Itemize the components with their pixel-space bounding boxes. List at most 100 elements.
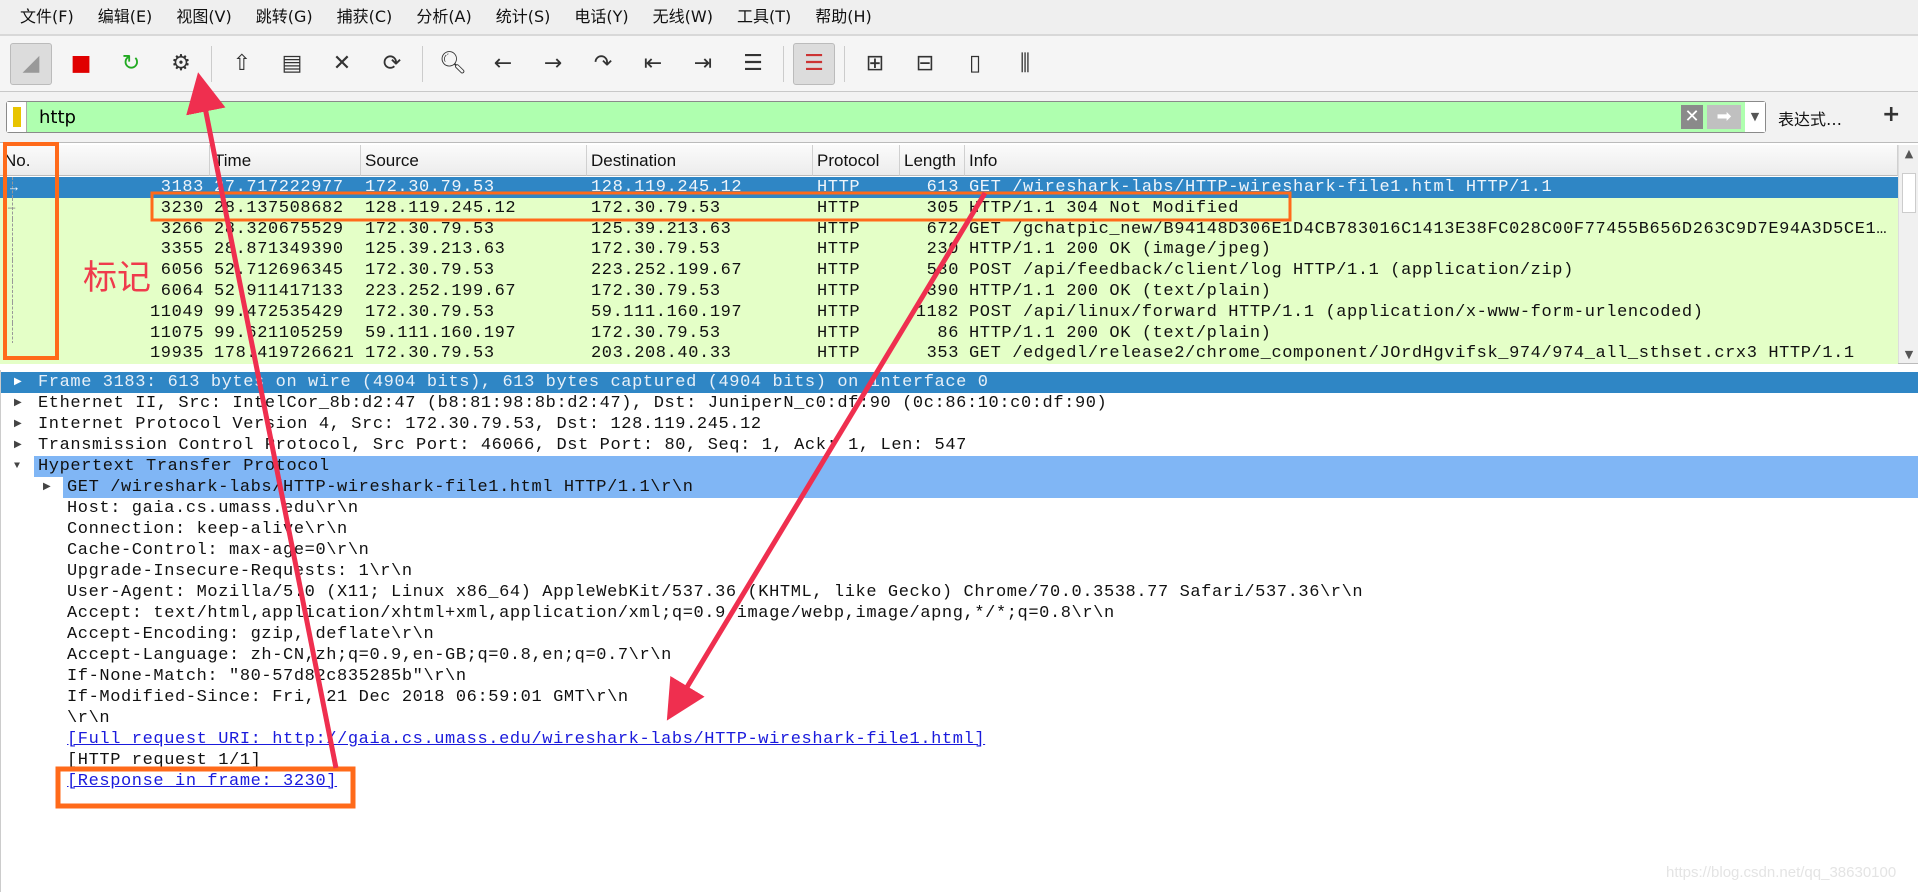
detail-row[interactable]: ▶GET /wireshark-labs/HTTP-wireshark-file… [1, 477, 1918, 498]
detail-row[interactable]: If-Modified-Since: Fri, 21 Dec 2018 06:5… [1, 687, 1918, 708]
cell-time: 28.320675529 [210, 219, 355, 240]
menu-item[interactable]: 电话(Y) [562, 0, 640, 34]
clear-filter-icon[interactable]: ✕ [1681, 105, 1703, 129]
column-header-dst[interactable]: Destination [587, 145, 813, 176]
detail-row[interactable]: Host: gaia.cs.umass.edu\r\n [1, 498, 1918, 519]
reload-file-icon[interactable]: ⟳ [371, 43, 413, 85]
packet-row[interactable]: 605652.712696345172.30.79.53223.252.199.… [0, 260, 1898, 281]
detail-row[interactable]: ▶ Ethernet II, Src: IntelCor_8b:d2:47 (b8… [1, 393, 1918, 414]
go-forward-icon[interactable]: → [532, 43, 574, 85]
collapsed-arrow-icon[interactable]: ▶ [43, 477, 51, 498]
menu-item[interactable]: 文件(F) [8, 0, 86, 34]
collapsed-arrow-icon[interactable]: ▶ [14, 414, 22, 435]
detail-row[interactable]: Cache-Control: max-age=0\r\n [1, 540, 1918, 561]
detail-row[interactable]: User-Agent: Mozilla/5.0 (X11; Linux x86_… [1, 582, 1918, 603]
packet-row[interactable]: 606452.911417133223.252.199.67172.30.79.… [0, 281, 1898, 302]
menu-item[interactable]: 捕获(C) [325, 0, 405, 34]
detail-row[interactable]: \r\n [1, 708, 1918, 729]
first-packet-icon[interactable]: ⇤ [632, 43, 674, 85]
packet-row[interactable]: 1104999.472535429172.30.79.5359.111.160.… [0, 302, 1898, 323]
capture-options-icon[interactable]: ⚙ [160, 43, 202, 85]
packet-row[interactable]: —323028.137508682128.119.245.12172.30.79… [0, 198, 1898, 219]
menu-bar: 文件(F)编辑(E)视图(V)跳转(G)捕获(C)分析(A)统计(S)电话(Y)… [0, 0, 1918, 34]
detail-text: Ethernet II, Src: IntelCor_8b:d2:47 (b8:… [38, 393, 1109, 414]
autoscroll-icon[interactable]: ☰ [732, 43, 774, 85]
zoom-in-icon[interactable]: ⊞ [854, 43, 896, 85]
detail-row[interactable]: [Full request URI: http://gaia.cs.umass.… [1, 729, 1918, 750]
packet-row[interactable]: →318327.717222977172.30.79.53128.119.245… [0, 177, 1898, 198]
apply-filter-icon[interactable]: ➡ [1707, 105, 1741, 129]
restart-capture-icon[interactable]: ↻ [110, 43, 152, 85]
cell-time: 28.871349390 [210, 239, 355, 260]
find-packet-icon[interactable]: 🔍︎ [432, 43, 474, 85]
column-header-info[interactable]: Info [965, 145, 1898, 176]
detail-row[interactable]: Accept: text/html,application/xhtml+xml,… [1, 603, 1918, 624]
menu-item[interactable]: 跳转(G) [244, 0, 325, 34]
detail-row[interactable]: [HTTP request 1/1] [1, 750, 1918, 771]
packet-row[interactable]: 326628.320675529172.30.79.53125.39.213.6… [0, 219, 1898, 240]
zoom-out-icon[interactable]: ⊟ [904, 43, 946, 85]
stop-capture-icon[interactable]: ■ [60, 43, 102, 85]
packet-row[interactable]: 19935178.419726621172.30.79.53203.208.40… [0, 343, 1898, 364]
detail-row[interactable]: [Response in frame: 3230] [1, 771, 1918, 792]
column-header-time[interactable]: Time [210, 145, 361, 176]
menu-item[interactable]: 工具(T) [725, 0, 803, 34]
toolbar-separator [783, 46, 784, 82]
column-header-no[interactable]: No. [0, 145, 210, 176]
detail-row[interactable]: ▶Frame 3183: 613 bytes on wire (4904 bit… [1, 372, 1918, 393]
cell-time: 28.137508682 [210, 198, 355, 219]
detail-row[interactable]: Accept-Language: zh-CN,zh;q=0.9,en-GB;q=… [1, 645, 1918, 666]
packet-list-scrollbar[interactable]: ▲ ▼ [1898, 145, 1918, 363]
display-filter-field[interactable]: ✕ ➡ ▼ [6, 101, 1766, 133]
scroll-up-icon[interactable]: ▲ [1899, 147, 1918, 160]
detail-link[interactable]: [Response in frame: 3230] [67, 771, 339, 792]
expanded-arrow-icon[interactable]: ▼ [14, 456, 21, 477]
menu-item[interactable]: 统计(S) [484, 0, 563, 34]
expression-button[interactable]: 表达式… [1778, 106, 1842, 130]
cell-len: 230 [900, 239, 959, 260]
menu-item[interactable]: 分析(A) [404, 0, 483, 34]
detail-row[interactable]: ▼Hypertext Transfer Protocol [1, 456, 1918, 477]
cell-len: 390 [900, 281, 959, 302]
column-header-proto[interactable]: Protocol [813, 145, 900, 176]
display-filter-input[interactable] [27, 107, 1681, 128]
start-capture-icon[interactable]: ◢ [10, 43, 52, 85]
cell-src: 223.252.199.67 [361, 281, 581, 302]
filter-history-dropdown-icon[interactable]: ▼ [1745, 102, 1765, 132]
menu-item[interactable]: 帮助(H) [803, 0, 884, 34]
resize-columns-icon[interactable]: ⫼ [1004, 43, 1046, 85]
detail-row[interactable]: Accept-Encoding: gzip, deflate\r\n [1, 624, 1918, 645]
collapsed-arrow-icon[interactable]: ▶ [14, 393, 22, 414]
column-header-len[interactable]: Length [900, 145, 965, 176]
filter-bookmark-icon[interactable] [7, 102, 27, 132]
cell-time: 27.717222977 [210, 177, 355, 198]
collapsed-arrow-icon[interactable]: ▶ [14, 372, 22, 393]
scroll-down-icon[interactable]: ▼ [1899, 348, 1918, 361]
packet-row[interactable]: 335528.871349390125.39.213.63172.30.79.5… [0, 239, 1898, 260]
go-to-packet-icon[interactable]: ↷ [582, 43, 624, 85]
cell-proto: HTTP [813, 323, 894, 344]
menu-item[interactable]: 编辑(E) [86, 0, 165, 34]
menu-item[interactable]: 无线(W) [641, 0, 725, 34]
scrollbar-thumb[interactable] [1902, 173, 1916, 213]
detail-row[interactable]: ▶Internet Protocol Version 4, Src: 172.3… [1, 414, 1918, 435]
packet-row[interactable]: 1107599.62110525959.111.160.197172.30.79… [0, 323, 1898, 344]
detail-row[interactable]: ▶Transmission Control Protocol, Src Port… [1, 435, 1918, 456]
collapsed-arrow-icon[interactable]: ▶ [14, 435, 22, 456]
add-filter-button[interactable]: + [1882, 102, 1900, 127]
detail-row[interactable]: Connection: keep-alive\r\n [1, 519, 1918, 540]
cell-time: 99.621105259 [210, 323, 355, 344]
menu-item[interactable]: 视图(V) [164, 0, 243, 34]
detail-row[interactable]: Upgrade-Insecure-Requests: 1\r\n [1, 561, 1918, 582]
detail-link[interactable]: [Full request URI: http://gaia.cs.umass.… [67, 729, 987, 750]
close-file-icon[interactable]: ✕ [321, 43, 363, 85]
go-back-icon[interactable]: ← [482, 43, 524, 85]
normal-size-icon[interactable]: ▯ [954, 43, 996, 85]
column-header-src[interactable]: Source [361, 145, 587, 176]
cell-src: 172.30.79.53 [361, 343, 581, 364]
open-file-icon[interactable]: ⇧ [221, 43, 263, 85]
detail-row[interactable]: If-None-Match: "80-57d82c835285b"\r\n [1, 666, 1918, 687]
colorize-icon[interactable]: ☰ [793, 43, 835, 85]
save-file-icon[interactable]: ▤ [271, 43, 313, 85]
last-packet-icon[interactable]: ⇥ [682, 43, 724, 85]
